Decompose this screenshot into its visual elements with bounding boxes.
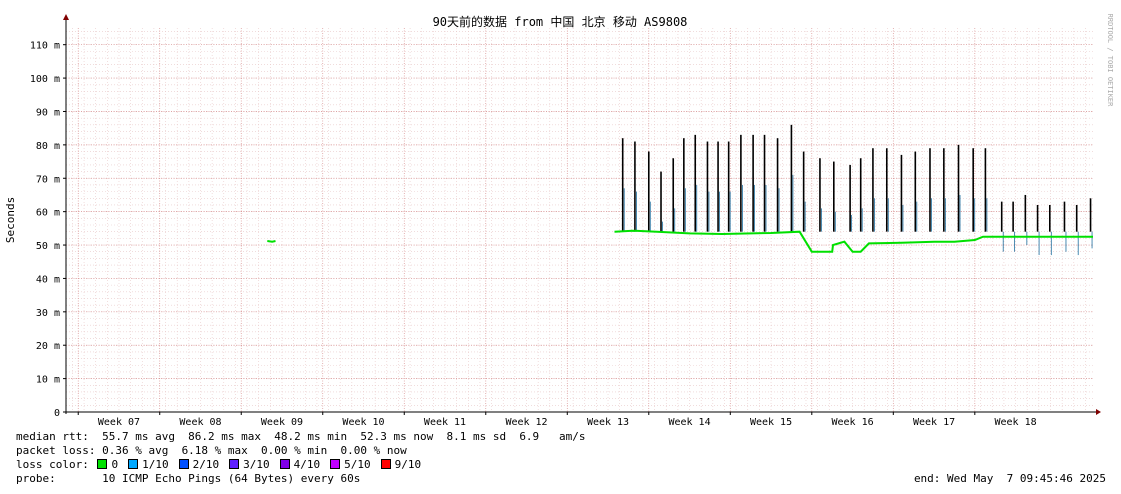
x-tick-label: Week 17 [913,417,955,428]
loss-color-item: 2/10 [177,458,220,471]
median-rtt-stats: median rtt: 55.7 ms avg 86.2 ms max 48.2… [16,430,586,443]
loss-color-label: 4/10 [293,458,321,471]
y-axis-arrow [63,14,69,20]
y-tick-label: 70 m [36,174,60,185]
x-tick-label: Week 13 [587,417,629,428]
x-tick-label: Week 14 [668,417,710,428]
y-tick-label: 0 [54,408,60,419]
x-tick-label: Week 18 [994,417,1036,428]
median-segment [614,229,1093,253]
x-tick-label: Week 09 [261,417,303,428]
y-tick-label: 60 m [36,208,60,219]
median-segment [267,240,276,243]
x-tick-label: Week 10 [342,417,384,428]
x-axis-arrow [1096,409,1101,415]
x-tick-label: Week 16 [831,417,873,428]
loss-color-label: 3/10 [243,458,270,471]
loss-color-label: 2/10 [192,458,220,471]
loss-color-label: 0 [111,458,119,471]
tick-labels: 0 10 m 20 m 30 m 40 m 50 m 60 m 70 m 80 m 90 m 100… [30,41,1037,428]
y-tick-label: 20 m [36,341,60,352]
y-tick-label: 80 m [36,141,60,152]
loss-color-item: 3/10 [227,458,270,471]
latency-spikes [621,124,1093,256]
loss-color-swatch [229,459,240,469]
loss-color-legend: loss color: 0 1/10 2/10 3/10 4/10 5/10 9/10 [16,458,1106,472]
loss-color-label: 1/10 [142,458,169,471]
loss-color-swatch [330,459,341,469]
y-axis-label: Seconds [4,197,17,243]
smokeping-chart: 0 10 m 20 m 30 m 40 m 50 m 60 m 70 m 80 m 90 m 100… [4,14,1114,428]
rrdtool-watermark: RRDTOOL / TOBI OETIKER [1106,14,1114,108]
chart-grid [66,28,1093,412]
x-tick-label: Week 08 [179,417,221,428]
loss-color-item: 9/10 [379,458,422,471]
x-tick-label: Week 07 [98,417,140,428]
loss-color-swatch [178,459,189,469]
loss-color-item: 1/10 [126,458,169,471]
loss-color-item: 0 [95,458,118,471]
y-tick-label: 90 m [36,107,60,118]
loss-color-item: 4/10 [278,458,321,471]
y-tick-label: 30 m [36,308,60,319]
loss-color-items: 0 1/10 2/10 3/10 4/10 5/10 9/10 [95,458,429,471]
chart-title: 90天前的数据 from 中国 北京 移动 AS9808 [433,14,688,29]
y-tick-label: 100 m [30,74,60,85]
probe-info: probe: 10 ICMP Echo Pings (64 Bytes) eve… [16,472,1106,485]
x-tick-label: Week 12 [505,417,547,428]
y-tick-label: 10 m [36,375,60,386]
y-tick-label: 110 m [30,41,60,52]
chart-legend: median rtt: 55.7 ms avg 86.2 ms max 48.2… [16,430,1106,486]
x-tick-label: Week 11 [424,417,466,428]
y-tick-label: 50 m [36,241,60,252]
loss-color-swatch [279,459,290,469]
loss-color-label: 5/10 [344,458,371,471]
packet-loss-stats: packet loss: 0.36 % avg 6.18 % max 0.00 … [16,444,407,457]
loss-color-swatch [97,459,108,469]
median-line [267,229,1093,253]
loss-color-swatch [128,459,139,469]
x-tick-label: Week 15 [750,417,792,428]
loss-color-item: 5/10 [328,458,371,471]
y-tick-label: 40 m [36,274,60,285]
end-time: end: Wed May 7 09:45:46 2025 [913,472,1106,485]
loss-color-label: 9/10 [394,458,422,471]
loss-color-swatch [380,459,391,469]
